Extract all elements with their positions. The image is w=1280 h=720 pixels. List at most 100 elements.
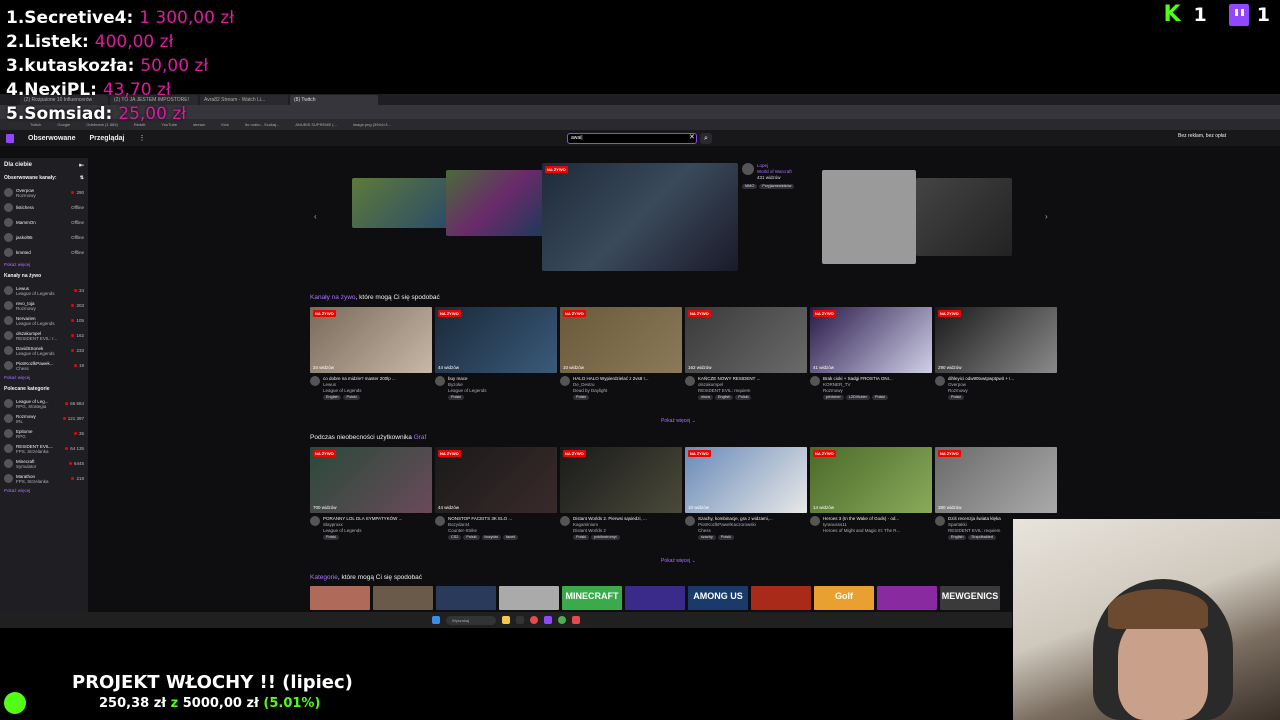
avatar[interactable] (935, 376, 945, 386)
search-button[interactable]: ⌕ (700, 133, 712, 144)
avatar[interactable] (810, 516, 820, 526)
stream-thumbnail[interactable]: NA ŻYWO 44 widzów (435, 447, 557, 513)
avatar[interactable] (560, 376, 570, 386)
browser-tab[interactable]: (8) Twitch (290, 94, 378, 105)
show-more-followed[interactable]: Pokaż więcej (4, 262, 84, 267)
carousel-thumb[interactable] (446, 170, 546, 236)
sidebar-channel[interactable]: RESIDENT EVIL... FPS, Strzelanka 64 135 (4, 441, 84, 456)
tag[interactable]: pňvtuber (823, 395, 844, 400)
stream-card[interactable]: NA ŻYWO 290 widzów dihleyici odw90txwtpw… (935, 307, 1057, 400)
nav-browse[interactable]: Przeglądaj (89, 135, 124, 142)
category-card[interactable] (751, 586, 811, 610)
stream-card[interactable]: NA ŻYWO 41 widzów Brak cioki + Sadgi FRO… (810, 307, 932, 400)
avatar[interactable] (310, 376, 320, 386)
sidebar-channel[interactable]: olszakumpel RESIDENT EVIL: r... 162 (4, 328, 84, 343)
avatar[interactable] (742, 163, 754, 175)
stream-thumbnail[interactable]: NA ŻYWO 700 widzów (310, 447, 432, 513)
tag[interactable]: Polski (573, 395, 590, 400)
collapse-icon[interactable]: ⇤ (79, 162, 84, 169)
stream-thumbnail[interactable]: NA ŻYWO 380 widzów (935, 447, 1057, 513)
sidebar-channel[interactable]: Marathon FPS, Strzelanka 218 (4, 471, 84, 486)
stream-thumbnail[interactable]: NA ŻYWO 14 widzów (810, 447, 932, 513)
app-icon[interactable] (544, 616, 552, 624)
sidebar-channel[interactable]: kmnted Offline (4, 245, 84, 260)
nav-following[interactable]: Obserwowane (28, 135, 75, 142)
stream-card[interactable]: NA ŻYWO 162 widzów KAŃCZE NOWY RESIDENT … (685, 307, 807, 400)
sidebar-channel[interactable]: Minecraft Symulator 6445 (4, 456, 84, 471)
more-icon[interactable]: ⋮ (138, 134, 145, 142)
tag[interactable]: CS2 (448, 535, 462, 540)
bookmark[interactable]: image.png (3944×3... (353, 122, 391, 127)
stream-thumbnail[interactable]: NA ŻYWO 41 widzów (810, 307, 932, 373)
category-card[interactable] (310, 586, 370, 610)
avatar[interactable] (685, 376, 695, 386)
tag[interactable]: Polski (448, 395, 465, 400)
category-card[interactable] (436, 586, 496, 610)
stream-thumbnail[interactable]: NA ŻYWO (560, 447, 682, 513)
game-name[interactable]: Rozmowy (823, 388, 932, 394)
game-name[interactable]: League of Legends (323, 528, 432, 534)
sidebar-channel[interactable]: Lewus League of Legends 34 (4, 283, 84, 298)
category-card[interactable]: Golf (814, 586, 874, 610)
tag[interactable]: English (323, 395, 342, 400)
sidebar-channel[interactable]: League of Leg... RPG, Strategia 66 684 (4, 396, 84, 411)
tag[interactable]: Polski (717, 535, 734, 540)
carousel-prev-icon[interactable]: ‹ (314, 212, 317, 221)
stream-thumbnail[interactable]: NA ŻYWO 10 widzów (560, 307, 682, 373)
tag[interactable]: Drzpdbalded (968, 535, 996, 540)
game-name[interactable]: League of Legends (323, 388, 432, 394)
twitch-logo-icon[interactable] (6, 133, 14, 143)
stream-card[interactable]: NA ŻYWO 10 widzów Szachy, kombinacje, gr… (685, 447, 807, 540)
tag[interactable]: faceit (503, 535, 519, 540)
category-card[interactable] (499, 586, 559, 610)
game-name[interactable]: Heroes of Might and Magic III: The R... (823, 528, 932, 534)
stream-card[interactable]: NA ŻYWO 44 widzów NONSTOP FACEITS 3K ELO… (435, 447, 557, 540)
stream-card[interactable]: NA ŻYWO 34 widzów co dobre na midzie? ma… (310, 307, 432, 400)
folder-icon[interactable] (502, 616, 510, 624)
stream-card[interactable]: NA ŻYWO 10 widzów HALO HALO Wypierdziela… (560, 307, 682, 400)
sidebar-channel[interactable]: revo_toja Rozmowy 203 (4, 298, 84, 313)
tag[interactable]: Przyjaznewidzów (759, 184, 795, 189)
game-name[interactable]: Counter-Strike (448, 528, 557, 534)
carousel-thumb[interactable] (822, 170, 916, 264)
stream-card[interactable]: NA ŻYWO Distant Worlds 2. Pierwsi sąsied… (560, 447, 682, 540)
sort-icon[interactable]: ⇅ (80, 175, 84, 181)
tag[interactable]: Polski (323, 535, 340, 540)
sidebar-channel[interactable]: Epitome RPG 35 (4, 426, 84, 441)
tag[interactable]: olsza (698, 395, 713, 400)
tag[interactable]: bozydar (481, 535, 502, 540)
show-more-live[interactable]: Pokaż więcej (4, 375, 84, 380)
sidebar-channel[interactable]: DavidSSonek League of Legends 233 (4, 343, 84, 358)
tag[interactable]: Polski (735, 395, 752, 400)
category-card[interactable]: MEWGENICS (940, 586, 1000, 610)
tag[interactable]: Polski (343, 395, 360, 400)
stream-card[interactable]: NA ŻYWO 14 widzów Heroes 3 (In the Wake … (810, 447, 932, 540)
avatar[interactable] (685, 516, 695, 526)
stream-thumbnail[interactable]: NA ŻYWO 290 widzów (935, 307, 1057, 373)
stream-thumbnail[interactable]: NA ŻYWO 34 widzów (310, 307, 432, 373)
show-more-cats[interactable]: Pokaż więcej (4, 488, 84, 493)
sidebar-channel[interactable]: Overpow Rozmowy 290 (4, 185, 84, 200)
carousel-thumb[interactable] (916, 178, 1012, 256)
carousel-next-icon[interactable]: › (1045, 212, 1048, 221)
game-name[interactable]: Distant Worlds 2 (573, 528, 682, 534)
game-name[interactable]: League of Legends (448, 388, 557, 394)
sidebar-channel[interactable]: MammOn Offline (4, 215, 84, 230)
category-card[interactable] (625, 586, 685, 610)
taskbar-search[interactable]: Wyszukaj (446, 615, 496, 625)
app-icon[interactable] (572, 616, 580, 624)
sidebar-channel[interactable]: listichera Offline (4, 200, 84, 215)
avatar[interactable] (935, 516, 945, 526)
sidebar-channel[interactable]: Rozmowy IRL 121 397 (4, 411, 84, 426)
category-card[interactable]: MINECRAFT (562, 586, 622, 610)
avatar[interactable] (560, 516, 570, 526)
app-icon[interactable] (530, 616, 538, 624)
game-name[interactable]: Rozmowy (948, 388, 1057, 394)
tag[interactable]: Polski (573, 535, 590, 540)
featured-stream[interactable]: NA ŻYWO (542, 163, 738, 271)
stream-thumbnail[interactable]: NA ŻYWO 162 widzów (685, 307, 807, 373)
tag[interactable]: Polski (948, 395, 965, 400)
avatar[interactable] (310, 516, 320, 526)
tag[interactable]: L2DVtuber (845, 395, 870, 400)
avatar[interactable] (435, 376, 445, 386)
